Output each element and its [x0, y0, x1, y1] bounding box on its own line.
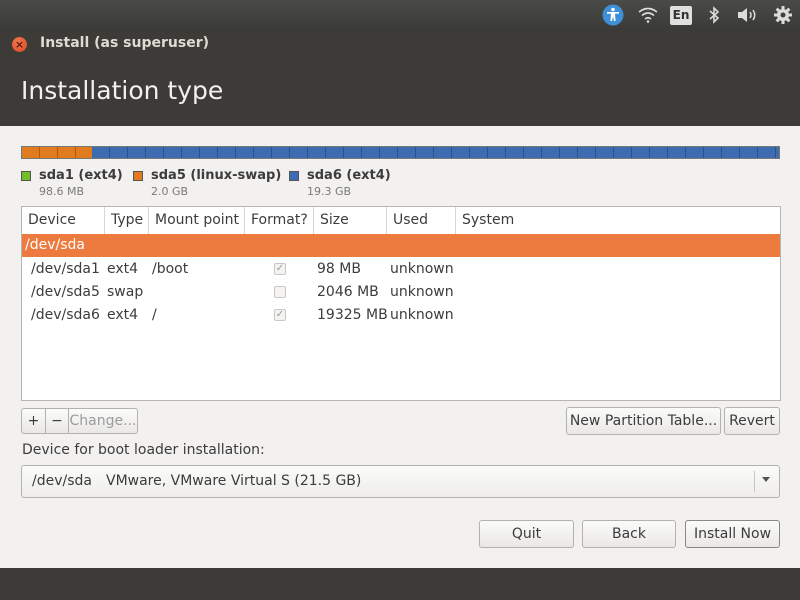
quit-button[interactable]: Quit: [479, 520, 574, 548]
legend-label: sda6 (ext4): [307, 168, 391, 183]
install-now-button[interactable]: Install Now: [685, 520, 780, 548]
format-checkbox[interactable]: [274, 286, 286, 298]
close-icon: ×: [14, 38, 25, 51]
top-panel: En: [0, 0, 800, 30]
cell-mount-point: /: [152, 307, 157, 323]
cell-device: /dev/sda5: [31, 284, 100, 300]
cell-used: unknown: [390, 307, 454, 323]
plus-icon: +: [27, 413, 40, 429]
window-title: Install (as superuser): [40, 35, 209, 51]
bootloader-device: /dev/sda: [32, 473, 92, 489]
table-row[interactable]: /dev/sda1 ext4 /boot ✓ 98 MB unknown: [22, 258, 780, 281]
cell-type: ext4: [107, 261, 139, 277]
page-title: Installation type: [21, 76, 224, 105]
partition-bar-segment-sda5: [22, 147, 93, 158]
column-header-size[interactable]: Size: [314, 207, 387, 234]
table-header: Device Type Mount point Format? Size Use…: [22, 207, 780, 234]
legend-size: 98.6 MB: [39, 185, 85, 198]
legend-label: sda5 (linux-swap): [151, 168, 282, 183]
main-content: sda1 (ext4) 98.6 MB sda5 (linux-swap) 2.…: [0, 126, 800, 568]
column-header-type[interactable]: Type: [105, 207, 149, 234]
column-header-used[interactable]: Used: [387, 207, 456, 234]
bluetooth-icon[interactable]: [704, 4, 724, 26]
cell-size: 19325 MB: [317, 307, 388, 323]
cell-device: /dev/sda1: [31, 261, 100, 277]
bootloader-device-select[interactable]: /dev/sda VMware, VMware Virtual S (21.5 …: [21, 465, 780, 498]
format-checkbox[interactable]: ✓: [274, 263, 286, 275]
format-checkbox[interactable]: ✓: [274, 309, 286, 321]
cell-type: swap: [107, 284, 144, 300]
table-row[interactable]: /dev/sda5 swap 2046 MB unknown: [22, 281, 780, 304]
dropdown-separator: [754, 471, 755, 492]
legend-swatch: [21, 171, 31, 181]
column-header-mount-point[interactable]: Mount point: [149, 207, 245, 234]
window-titlebar: × Install (as superuser): [0, 30, 800, 58]
cell-device: /dev/sda: [25, 237, 85, 253]
legend-swatch: [133, 171, 143, 181]
table-row[interactable]: /dev/sda6 ext4 / ✓ 19325 MB unknown: [22, 304, 780, 327]
bootloader-device-description: VMware, VMware Virtual S (21.5 GB): [106, 473, 362, 489]
keyboard-layout-indicator[interactable]: En: [669, 4, 693, 26]
table-row-selected[interactable]: /dev/sda: [22, 234, 780, 257]
legend-size: 2.0 GB: [151, 185, 189, 198]
legend-swatch: [289, 171, 299, 181]
legend-label: sda1 (ext4): [39, 168, 123, 183]
cell-type: ext4: [107, 307, 139, 323]
cell-used: unknown: [390, 284, 454, 300]
dropdown-arrow-icon: [762, 477, 770, 482]
bootloader-label: Device for boot loader installation:: [22, 442, 265, 458]
revert-button[interactable]: Revert: [724, 407, 780, 435]
partition-bar-segment-sda6: [92, 147, 779, 158]
column-header-device[interactable]: Device: [22, 207, 105, 234]
wifi-icon[interactable]: [636, 4, 660, 26]
cell-mount-point: /boot: [152, 261, 189, 277]
volume-icon[interactable]: [735, 4, 761, 26]
accessibility-icon[interactable]: [601, 4, 625, 26]
window-bottom-border: [0, 568, 800, 600]
legend-size: 19.3 GB: [307, 185, 352, 198]
partition-table[interactable]: Device Type Mount point Format? Size Use…: [21, 206, 781, 401]
cell-size: 2046 MB: [317, 284, 379, 300]
close-window-button[interactable]: ×: [12, 37, 27, 52]
new-partition-table-button[interactable]: New Partition Table...: [566, 407, 721, 435]
add-partition-button[interactable]: +: [21, 408, 46, 434]
cell-size: 98 MB: [317, 261, 361, 277]
back-button[interactable]: Back: [582, 520, 676, 548]
settings-gear-icon[interactable]: [771, 4, 795, 26]
minus-icon: −: [51, 413, 63, 429]
change-partition-button[interactable]: Change...: [68, 408, 138, 434]
installer-header: Installation type: [0, 58, 800, 126]
column-header-system[interactable]: System: [456, 207, 780, 234]
partition-bar: [21, 146, 780, 159]
cell-device: /dev/sda6: [31, 307, 100, 323]
column-header-format[interactable]: Format?: [245, 207, 314, 234]
remove-partition-button[interactable]: −: [45, 408, 69, 434]
keyboard-layout-label: En: [670, 5, 692, 25]
cell-used: unknown: [390, 261, 454, 277]
